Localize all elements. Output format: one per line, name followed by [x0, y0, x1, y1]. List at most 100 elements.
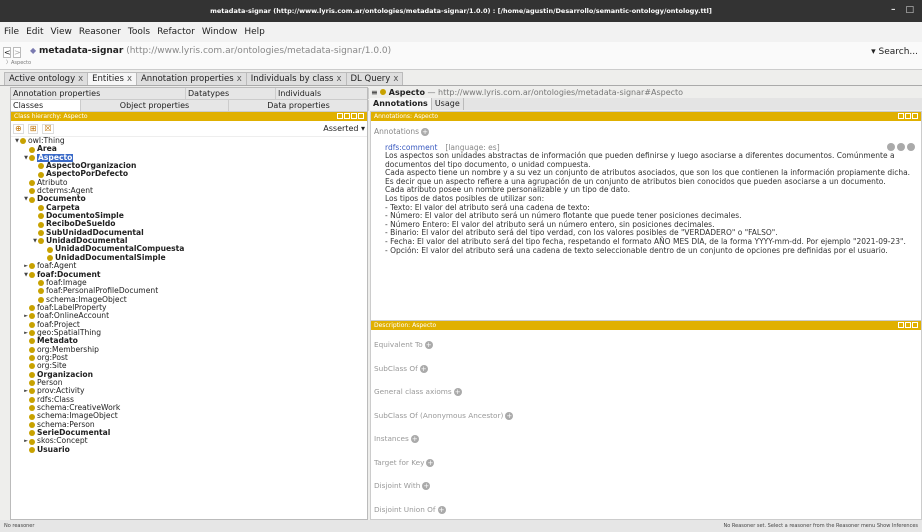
- delete-icon[interactable]: [897, 143, 905, 151]
- add-annotation-icon[interactable]: +: [421, 128, 430, 136]
- class-icon: [38, 213, 44, 220]
- restore-icon[interactable]: [344, 113, 350, 119]
- edit-icon[interactable]: [907, 143, 915, 151]
- menu-help[interactable]: Help: [244, 27, 265, 37]
- menu-edit[interactable]: Edit: [26, 27, 43, 37]
- close-icon[interactable]: x: [78, 74, 83, 84]
- close-icon[interactable]: x: [336, 74, 341, 84]
- class-icon: [38, 280, 44, 287]
- class-icon: [29, 371, 35, 378]
- subtab-classes[interactable]: Classes: [11, 100, 81, 111]
- search-dropdown[interactable]: ▾ Search...: [871, 47, 918, 57]
- section-label: Disjoint Union Of: [374, 504, 436, 514]
- tab-entities[interactable]: Entities x: [87, 72, 137, 85]
- tab-annotation-properties[interactable]: Annotation properties x: [135, 72, 247, 85]
- class-icon: [29, 338, 35, 345]
- breadcrumb[interactable]: 〉Aspecto: [6, 59, 31, 66]
- maximize-icon[interactable]: □: [905, 5, 914, 15]
- close-icon[interactable]: x: [237, 74, 242, 84]
- menu-window[interactable]: Window: [202, 27, 238, 37]
- class-icon: [29, 413, 35, 420]
- class-icon: [29, 313, 35, 320]
- class-icon: [29, 271, 35, 278]
- minimize-icon[interactable]: [905, 113, 911, 119]
- menu-reasoner[interactable]: Reasoner: [79, 27, 121, 37]
- class-icon: [29, 305, 35, 312]
- subtab-annotation-properties[interactable]: Annotation properties: [11, 88, 186, 99]
- history-nav: < >: [3, 47, 21, 58]
- active-ontology-label: ◆ metadata-signar (http://www.lyris.com.…: [30, 46, 391, 56]
- minimize-icon[interactable]: –: [891, 5, 896, 15]
- entity-name: Aspecto: [388, 88, 425, 97]
- description-section: General class axioms +: [374, 387, 462, 396]
- ontology-name: metadata-signar: [39, 46, 124, 56]
- class-icon: [29, 330, 35, 337]
- status-right[interactable]: No Reasoner set. Select a reasoner from …: [724, 520, 918, 532]
- add-icon[interactable]: +: [422, 482, 431, 490]
- add-icon[interactable]: +: [424, 341, 433, 349]
- description-section: SubClass Of (Anonymous Ancestor) +: [374, 411, 514, 420]
- subtab-object-properties[interactable]: Object properties: [81, 100, 229, 111]
- close-icon[interactable]: [912, 322, 918, 328]
- back-arrow-icon[interactable]: <: [3, 47, 11, 58]
- panel-buttons: [337, 113, 364, 119]
- tree-node[interactable]: Usuario: [14, 445, 367, 454]
- subtab-individuals[interactable]: Individuals: [276, 88, 369, 99]
- subtab-datatypes[interactable]: Datatypes: [186, 88, 276, 99]
- tree-node[interactable]: Organizacion: [14, 370, 367, 379]
- tab-label: Entities: [92, 74, 124, 84]
- subtab-data-properties[interactable]: Data properties: [229, 100, 369, 111]
- add-icon[interactable]: +: [453, 388, 462, 396]
- add-icon[interactable]: +: [437, 505, 446, 514]
- tree-node[interactable]: ▼ owl:Thing: [14, 136, 367, 145]
- class-icon: [29, 396, 35, 403]
- delete-class-icon[interactable]: ☒: [42, 124, 54, 134]
- menu-tools[interactable]: Tools: [128, 27, 150, 37]
- menu-file[interactable]: File: [4, 27, 19, 37]
- workspace-tabs: Active ontology x Entities x Annotation pr…: [0, 70, 922, 86]
- breadcrumb-item[interactable]: Aspecto: [11, 60, 31, 66]
- close-icon[interactable]: x: [127, 74, 132, 84]
- class-icon: [29, 196, 35, 203]
- class-icon: [29, 438, 35, 445]
- asserted-dropdown[interactable]: Asserted ▾: [323, 124, 365, 133]
- tab-individuals-by-class[interactable]: Individuals by class x: [245, 72, 347, 85]
- entity-iri: — http://www.lyris.com.ar/ontologies/met…: [427, 88, 684, 97]
- add-icon[interactable]: +: [419, 364, 428, 373]
- restore-icon[interactable]: [898, 322, 904, 328]
- close-icon[interactable]: x: [393, 74, 398, 84]
- class-icon: [29, 388, 35, 395]
- tab-annotations[interactable]: Annotations: [370, 98, 432, 110]
- pin-icon[interactable]: [337, 113, 343, 119]
- minimize-icon[interactable]: [351, 113, 357, 119]
- add-icon[interactable]: +: [505, 411, 514, 420]
- close-icon[interactable]: [912, 113, 918, 119]
- minimize-icon[interactable]: [905, 322, 911, 328]
- class-icon: [20, 138, 26, 145]
- tab-dl-query[interactable]: DL Query x: [345, 72, 404, 85]
- close-icon[interactable]: [358, 113, 364, 119]
- class-icon: [29, 421, 35, 428]
- ontology-diamond-icon: ◆: [30, 46, 37, 55]
- section-label: Equivalent To: [374, 340, 423, 349]
- class-icon: [29, 430, 35, 437]
- add-icon[interactable]: +: [410, 435, 419, 443]
- section-label: SubClass Of: [374, 363, 418, 373]
- tab-active-ontology[interactable]: Active ontology x: [4, 72, 89, 85]
- class-icon: [29, 188, 35, 195]
- add-subclass-icon[interactable]: ⊕: [13, 124, 24, 134]
- restore-icon[interactable]: [898, 113, 904, 119]
- menu-refactor[interactable]: Refactor: [157, 27, 195, 37]
- description-section: Disjoint With +: [374, 481, 431, 490]
- add-icon[interactable]: +: [426, 458, 435, 467]
- search-label[interactable]: Search...: [878, 47, 918, 57]
- class-icon: [29, 355, 35, 362]
- entity-detail-panel: ≡ Aspecto — http://www.lyris.com.ar/onto…: [370, 87, 922, 520]
- menu-view[interactable]: View: [51, 27, 72, 37]
- forward-arrow-icon[interactable]: >: [13, 47, 21, 58]
- tab-usage[interactable]: Usage: [432, 98, 464, 110]
- class-icon: [29, 380, 35, 387]
- section-label: Instances: [374, 434, 409, 443]
- add-sibling-icon[interactable]: ⊞: [27, 124, 39, 134]
- info-icon[interactable]: [887, 143, 895, 151]
